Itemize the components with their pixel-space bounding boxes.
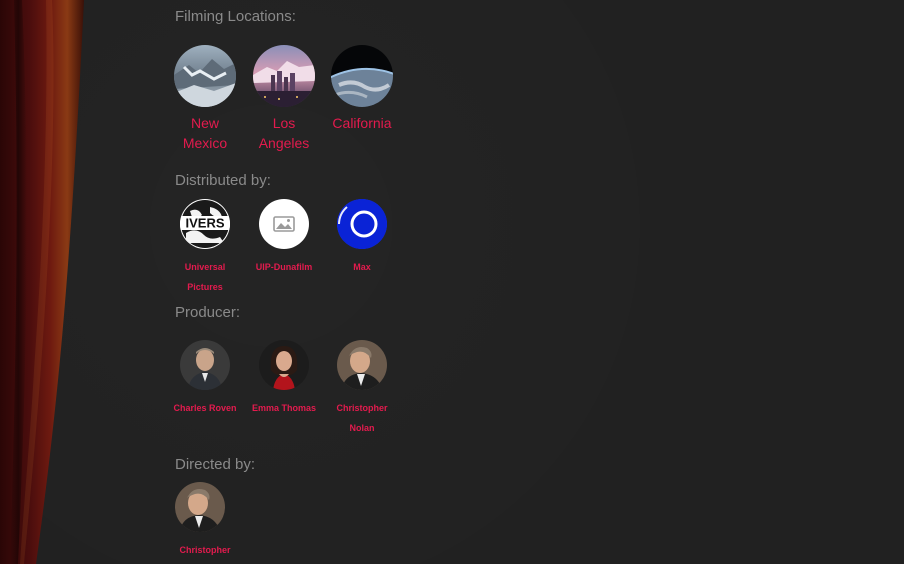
location-item-new-mexico[interactable]: New Mexico [165, 45, 245, 153]
distributed-by-title: Distributed by: [175, 172, 271, 189]
filming-locations-title: Filming Locations: [175, 8, 296, 25]
charles-roven-link[interactable]: Charles Roven [167, 398, 243, 418]
producer-item-charles-roven[interactable]: Charles Roven [165, 340, 245, 418]
christopher-director-link[interactable]: Christopher [167, 540, 243, 560]
new-mexico-link[interactable]: New Mexico [170, 113, 240, 153]
los-angeles-image[interactable] [253, 45, 315, 107]
location-item-california[interactable]: California [322, 45, 402, 133]
universal-pictures-link[interactable]: Universal Pictures [167, 257, 243, 297]
universal-logo-text: IVERS [185, 216, 224, 231]
christopher-director-photo[interactable] [175, 482, 225, 532]
max-logo[interactable] [337, 199, 387, 249]
max-link[interactable]: Max [324, 257, 400, 277]
location-item-los-angeles[interactable]: Los Angeles [244, 45, 324, 153]
distributor-item-universal[interactable]: IVERS Universal Pictures [165, 199, 245, 297]
directed-by-title: Directed by: [175, 456, 256, 473]
new-mexico-image[interactable] [174, 45, 236, 107]
distributor-item-uip-dunafilm[interactable]: UIP-Dunafilm [244, 199, 324, 277]
charles-roven-photo[interactable] [180, 340, 230, 390]
producer-item-emma-thomas[interactable]: Emma Thomas [244, 340, 324, 418]
max-ring-logo [337, 199, 387, 249]
los-angeles-link[interactable]: Los Angeles [249, 113, 319, 153]
director-item-christopher[interactable]: Christopher [165, 482, 245, 560]
content: Filming Locations: New Mexico Los Angele… [0, 0, 904, 564]
distributor-item-max[interactable]: Max [322, 199, 402, 277]
universal-logo[interactable]: IVERS [180, 199, 230, 249]
image-placeholder-icon [259, 199, 309, 249]
christopher-nolan-photo[interactable] [337, 340, 387, 390]
page: Filming Locations: New Mexico Los Angele… [0, 0, 904, 564]
california-link[interactable]: California [327, 113, 397, 133]
producer-item-christopher-nolan[interactable]: Christopher Nolan [322, 340, 402, 438]
uip-dunafilm-link[interactable]: UIP-Dunafilm [246, 257, 322, 277]
uip-dunafilm-logo[interactable] [259, 199, 309, 249]
christopher-nolan-link[interactable]: Christopher Nolan [324, 398, 400, 438]
california-image[interactable] [331, 45, 393, 107]
emma-thomas-link[interactable]: Emma Thomas [246, 398, 322, 418]
producer-title: Producer: [175, 304, 241, 321]
emma-thomas-photo[interactable] [259, 340, 309, 390]
